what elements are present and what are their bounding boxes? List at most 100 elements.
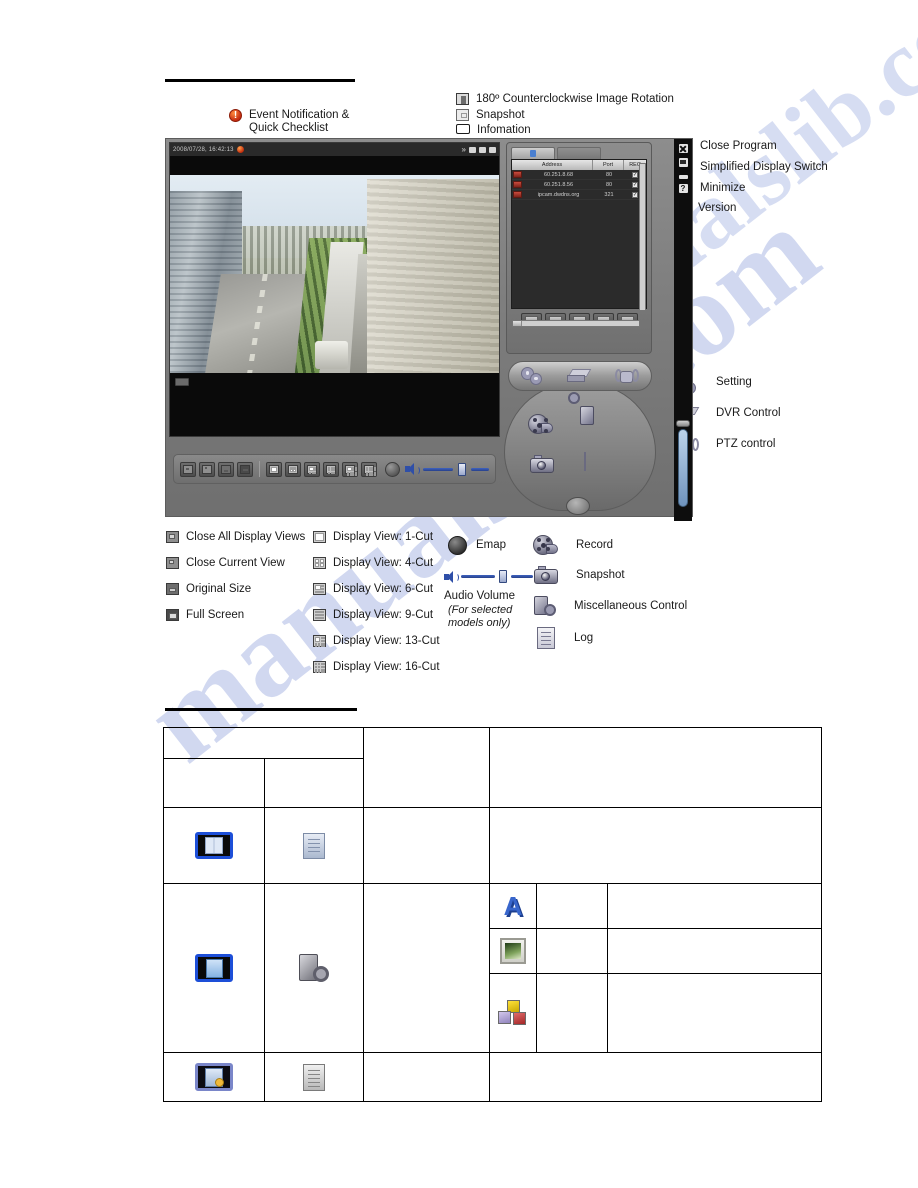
blue-list-icon [164, 954, 264, 982]
volume-slider-knob[interactable] [458, 462, 466, 476]
display-view-9-cut-button[interactable] [323, 461, 339, 477]
legend-item-record: Record [533, 534, 613, 556]
camera-photo [170, 175, 499, 373]
setting-gear-icon[interactable] [521, 366, 543, 386]
cell-sublabel [536, 928, 608, 974]
cell-header-a1 [163, 727, 364, 759]
cell-header-b2 [264, 758, 364, 808]
cell-detail [489, 1052, 822, 1102]
volume-slider-knob[interactable] [499, 570, 507, 583]
legend-label: Display View: 4-Cut [333, 557, 434, 569]
table-row[interactable]: 60.251.8.68 80 ✓ [512, 170, 646, 180]
table-row[interactable]: 60.251.8.56 80 ✓ [512, 180, 646, 190]
volume-slider-track-right[interactable] [511, 575, 533, 578]
table-row-header-a [163, 727, 822, 808]
audio-volume-note: (For selected models only) [448, 604, 513, 629]
camera-settings-icon [265, 953, 363, 984]
legend-item-view-9cut: Display View: 9-Cut [313, 609, 433, 622]
display-view-4-cut-button[interactable] [285, 461, 301, 477]
emap-button[interactable] [385, 461, 400, 477]
close-all-display-views-button[interactable] [180, 461, 196, 477]
legend-label: Miscellaneous Control [574, 600, 688, 612]
photo-louvers [367, 178, 499, 373]
legend-item-view-6cut: Display View: 6-Cut [313, 583, 433, 596]
legend-label: Close Program [700, 140, 777, 152]
display-view-6-cut-button[interactable] [304, 461, 320, 477]
legend-label: Event Notification & Quick Checklist [249, 109, 350, 134]
cluster-knob[interactable] [566, 497, 590, 515]
legend-label: Close All Display Views [186, 531, 306, 543]
table-row [163, 1052, 822, 1102]
close-current-view-button[interactable] [199, 461, 215, 477]
simplified-display-switch-icon[interactable] [678, 158, 688, 167]
section-rule-bottom [165, 708, 357, 711]
video-timestamp-group: 2008/07/28, 16:42:13 [173, 146, 244, 153]
legend-label: Minimize [700, 182, 746, 194]
cell-header-a3 [489, 727, 822, 808]
legend-item-log: Log [537, 627, 593, 649]
event-notification-icon[interactable] [236, 146, 244, 153]
server-list[interactable]: Address Port REC 60.251.8.68 80 ✓ 60.251… [511, 159, 647, 327]
full-screen-button[interactable] [237, 461, 253, 477]
chevron-double-right-icon[interactable]: » [462, 145, 466, 153]
display-view-16-cut-icon [313, 661, 326, 674]
horizontal-scrollbar[interactable] [512, 320, 640, 327]
cell-subdetail [607, 973, 822, 1053]
cell-sublabel [536, 883, 608, 929]
volume-slider-track-right[interactable] [471, 467, 489, 471]
section-rule-top [165, 79, 355, 82]
address-book-icon [164, 832, 264, 859]
legend-label: Full Screen [186, 609, 245, 621]
dvr-control-icon[interactable] [567, 368, 592, 384]
legend-label: Display View: 6-Cut [333, 583, 434, 595]
display-view-13-cut-button[interactable] [342, 461, 358, 477]
event-notification-icon [229, 109, 242, 122]
version-icon[interactable] [678, 184, 688, 193]
original-size-icon [166, 583, 179, 595]
tab-server-list[interactable] [511, 147, 555, 159]
volume-slider-track[interactable] [461, 575, 495, 578]
cell-subicon-image [489, 928, 537, 974]
vertical-scrollbar[interactable] [639, 163, 646, 311]
cell-sublabel [536, 973, 608, 1053]
display-view-6-cut-icon [313, 583, 326, 595]
cell-description [363, 1052, 490, 1102]
table-row[interactable]: ipcam.dwdns.org 321 ✓ [512, 190, 646, 200]
legend-item-misc-control: Miscellaneous Control [534, 595, 687, 617]
scroll-left-arrow[interactable] [513, 321, 522, 326]
spec-table [163, 727, 822, 1102]
volume-slider-track[interactable] [423, 467, 453, 471]
display-view-9-cut-icon [313, 609, 326, 621]
video-bar-icons: » [462, 145, 496, 153]
legend-item-close-program: Close Program [679, 140, 777, 154]
toolbar-right-group [385, 461, 489, 477]
information-icon[interactable] [489, 146, 496, 153]
application-window: 2008/07/28, 16:42:13 » Address Port REC … [165, 138, 693, 521]
slider-cap [676, 420, 690, 427]
video-display-area[interactable]: 2008/07/28, 16:42:13 » [169, 142, 500, 437]
image-icon [490, 938, 536, 964]
table-row [163, 883, 822, 1053]
minimize-icon[interactable] [678, 175, 688, 179]
vertical-slider[interactable] [678, 429, 688, 507]
legend-label: PTZ control [716, 438, 776, 450]
table-row [163, 807, 822, 884]
close-program-icon[interactable] [678, 144, 688, 153]
page-root: manualslib.com manualslib.com Event Noti… [0, 0, 918, 1188]
display-view-16-cut-button[interactable] [361, 461, 377, 477]
font-a-icon [490, 893, 536, 920]
snapshot-icon[interactable] [479, 146, 486, 153]
original-size-button[interactable] [218, 461, 234, 477]
video-timestamp: 2008/07/28, 16:42:13 [173, 146, 234, 153]
tab-group-list[interactable] [557, 147, 601, 159]
speaker-icon[interactable] [405, 463, 420, 475]
display-view-1-cut-button[interactable] [266, 461, 282, 477]
cell-icon-camera-settings [264, 883, 364, 1053]
lock-icon[interactable] [469, 146, 476, 153]
cell-icon-log-document [264, 1052, 364, 1102]
camera-icon [513, 191, 522, 198]
log-button[interactable] [584, 452, 586, 471]
cell-subicon-font [489, 883, 537, 929]
ptz-control-icon[interactable] [615, 368, 639, 384]
legend-label: Setting [716, 376, 752, 388]
